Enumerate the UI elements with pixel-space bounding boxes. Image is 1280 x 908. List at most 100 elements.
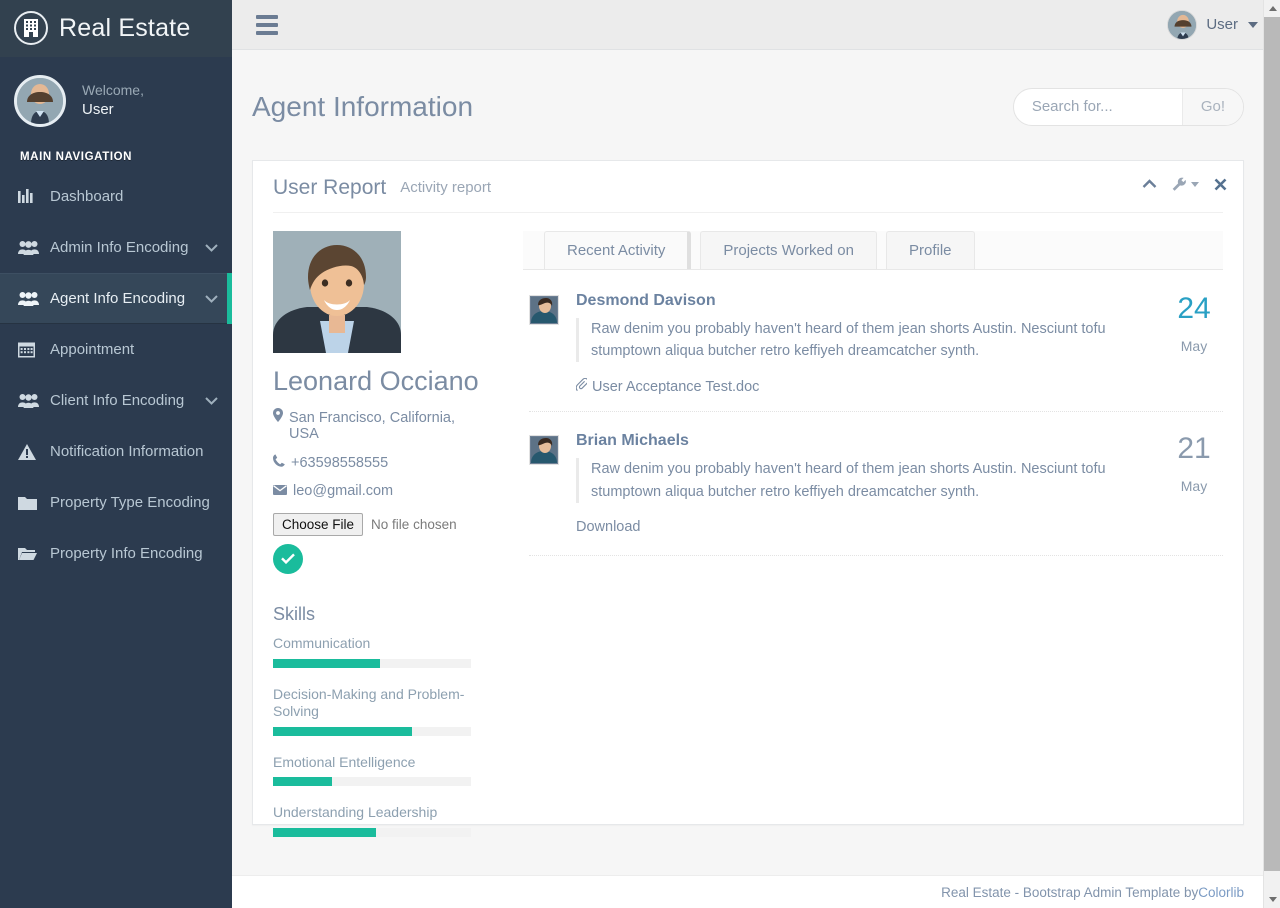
sidebar-item-label: Appointment [50, 341, 218, 358]
footer: Real Estate - Bootstrap Admin Template b… [232, 875, 1280, 908]
scroll-down-button[interactable] [1264, 891, 1280, 908]
activity-month: May [1165, 338, 1223, 354]
phone-icon [273, 454, 285, 467]
scroll-up-button[interactable] [1264, 0, 1280, 17]
sidebar-item-property-type-encoding[interactable]: Property Type Encoding [0, 477, 232, 528]
agent-phone: +63598558555 [273, 454, 485, 471]
sidebar-item-label: Dashboard [50, 188, 218, 205]
sidebar-item-label: Property Info Encoding [50, 545, 218, 562]
sidebar-user-panel[interactable]: Welcome, User [0, 57, 232, 147]
agent-name: Leonard Occiano [273, 367, 485, 397]
sidebar-item-appointment[interactable]: Appointment [0, 324, 232, 375]
agent-email: leo@gmail.com [273, 483, 485, 499]
tab-profile[interactable]: Profile [886, 231, 975, 269]
choose-file-button[interactable]: Choose File [273, 513, 363, 536]
skill-item: Communication [273, 635, 485, 668]
card-subtitle: Activity report [400, 179, 491, 196]
skill-label: Understanding Leadership [273, 804, 485, 822]
folder-icon [18, 495, 42, 510]
activity-author[interactable]: Brian Michaels [576, 432, 1165, 450]
chevron-down-icon [1248, 22, 1258, 28]
paperclip-icon [576, 378, 587, 395]
sidebar-item-admin-info-encoding[interactable]: Admin Info Encoding [0, 222, 232, 273]
warning-triangle-icon [18, 444, 42, 460]
sidebar-item-notification-information[interactable]: Notification Information [0, 426, 232, 477]
caret-down-icon [1269, 897, 1277, 902]
sidebar-item-agent-info-encoding[interactable]: Agent Info Encoding [0, 273, 232, 324]
skill-progress-fill [273, 659, 380, 668]
hamburger-bar [256, 15, 278, 19]
tab-projects-worked-on[interactable]: Projects Worked on [700, 231, 877, 269]
activity-month: May [1165, 478, 1223, 494]
wrench-icon[interactable] [1172, 177, 1199, 192]
sidebar-user-meta: Welcome, User [82, 81, 144, 120]
activity-day: 24 [1165, 294, 1223, 324]
caret-up-icon [1269, 6, 1277, 11]
users-icon [18, 240, 42, 255]
skill-label: Emotional Entelligence [273, 754, 485, 772]
close-icon[interactable] [1214, 178, 1227, 191]
user-report-card: User Report Activity report [252, 160, 1244, 825]
chevron-down-icon [205, 291, 218, 306]
skill-progress-track [273, 777, 471, 786]
sidebar: Real Estate Welcome, User MAIN NAVIGATIO… [0, 0, 232, 908]
search-input[interactable] [1014, 89, 1182, 125]
skill-progress-track [273, 659, 471, 668]
check-icon [281, 552, 295, 567]
commenter-avatar [529, 295, 559, 325]
file-status-label: No file chosen [371, 517, 457, 532]
chevron-down-icon [205, 240, 218, 255]
hamburger-icon[interactable] [256, 15, 278, 35]
page-header: Agent Information Go! [232, 50, 1280, 160]
envelope-icon [273, 485, 287, 495]
profile-column: Leonard Occiano San Francisco, Californi… [273, 231, 503, 855]
user-menu[interactable]: User [1167, 10, 1258, 40]
sidebar-item-client-info-encoding[interactable]: Client Info Encoding [0, 375, 232, 426]
activity-text: Raw denim you probably haven't heard of … [576, 458, 1165, 503]
skill-label: Decision-Making and Problem-Solving [273, 686, 485, 721]
app-root: Real Estate Welcome, User MAIN NAVIGATIO… [0, 0, 1280, 908]
sidebar-item-property-info-encoding[interactable]: Property Info Encoding [0, 528, 232, 579]
activity-author[interactable]: Desmond Davison [576, 292, 1165, 310]
skill-progress-fill [273, 777, 332, 786]
activity-column: Recent Activity Projects Worked on Profi… [503, 231, 1223, 855]
card-body: Leonard Occiano San Francisco, Californi… [253, 213, 1243, 855]
search-box: Go! [1013, 88, 1244, 126]
confirm-upload-button[interactable] [273, 544, 303, 574]
brand-name: Real Estate [59, 16, 190, 41]
tab-bar: Recent Activity Projects Worked on Profi… [523, 231, 1223, 270]
skill-progress-fill [273, 828, 376, 837]
activity-post: Brian Michaels Raw denim you probably ha… [529, 411, 1223, 551]
footer-text: Real Estate - Bootstrap Admin Template b… [941, 885, 1198, 900]
agent-photo [273, 231, 401, 353]
sidebar-user-name: User [82, 100, 144, 120]
search-go-button[interactable]: Go! [1182, 89, 1243, 125]
agent-location-text: San Francisco, California, USA [289, 410, 485, 442]
activity-post: Desmond Davison Raw denim you probably h… [529, 292, 1223, 412]
activity-post-body: Brian Michaels Raw denim you probably ha… [559, 432, 1165, 535]
users-icon [18, 393, 42, 408]
hamburger-bar [256, 23, 278, 27]
activity-attachment-link[interactable]: User Acceptance Test.doc [576, 378, 1165, 395]
activity-attachment-label: User Acceptance Test.doc [592, 379, 759, 395]
tab-recent-activity[interactable]: Recent Activity [544, 231, 691, 269]
sidebar-item-label: Notification Information [50, 443, 218, 460]
scrollbar-thumb[interactable] [1264, 17, 1280, 871]
activity-post-body: Desmond Davison Raw denim you probably h… [559, 292, 1165, 396]
footer-link-colorlib[interactable]: Colorlib [1198, 885, 1244, 900]
activity-download-link[interactable]: Download [576, 519, 1165, 535]
activity-feed: Desmond Davison Raw denim you probably h… [523, 270, 1223, 557]
sidebar-item-label: Property Type Encoding [50, 494, 218, 511]
skill-progress-track [273, 727, 471, 736]
nav-section-header: MAIN NAVIGATION [0, 147, 232, 171]
sidebar-item-label: Client Info Encoding [50, 392, 199, 409]
sidebar-item-dashboard[interactable]: Dashboard [0, 171, 232, 222]
main-region: User Agent Information Go! User Report A… [232, 0, 1280, 908]
chevron-up-icon[interactable] [1142, 179, 1157, 189]
card-tools [1142, 177, 1227, 192]
page-scrollbar[interactable] [1263, 0, 1280, 908]
skill-item: Decision-Making and Problem-Solving [273, 686, 485, 736]
chevron-down-icon [205, 393, 218, 408]
avatar [1167, 10, 1197, 40]
brand[interactable]: Real Estate [0, 0, 232, 57]
